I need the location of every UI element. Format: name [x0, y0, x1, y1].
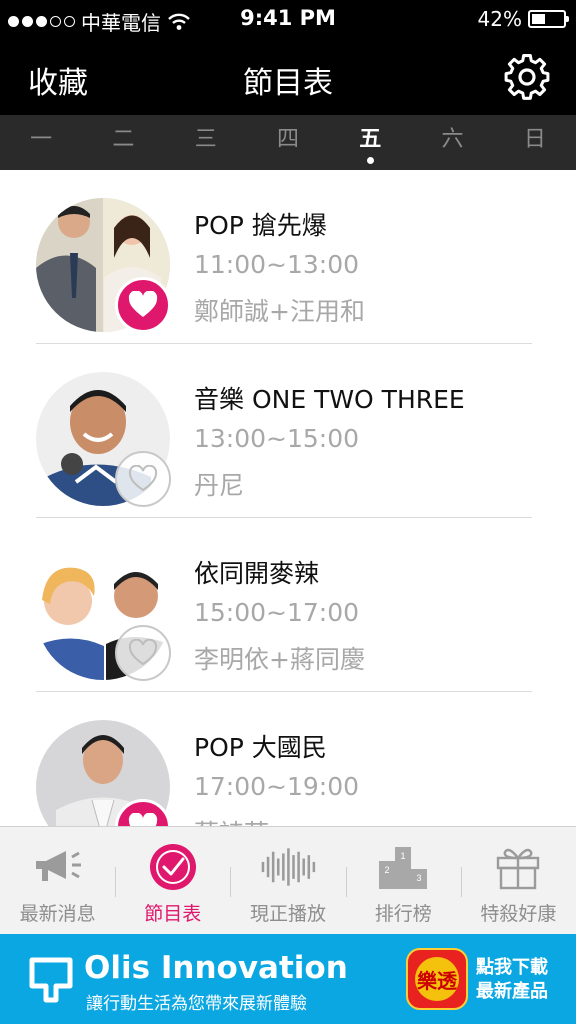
tab-label: 特殺好康 [480, 903, 557, 925]
day-tab-fri[interactable]: 五 [329, 115, 411, 170]
svg-text:2: 2 [385, 865, 390, 875]
battery-percent: 42% [477, 7, 522, 31]
olis-logo-icon [29, 957, 73, 1003]
tab-now-playing[interactable]: 現正播放 [230, 827, 345, 934]
day-tab-sat[interactable]: 六 [411, 115, 493, 170]
program-row[interactable]: 依同開麥辣 15:00~17:00 李明依+蔣同慶 [0, 518, 576, 692]
day-selector: 一 二 三 四 五 六 日 [0, 115, 576, 170]
gift-icon [490, 839, 546, 895]
program-title: 音樂 ONE TWO THREE [194, 385, 465, 414]
status-bar: 中華電信 9:41 PM 42% [0, 0, 576, 38]
ad-slogan: 讓行動生活為您帶來展新體驗 [86, 994, 307, 1014]
day-tab-thu[interactable]: 四 [247, 115, 329, 170]
tab-deals[interactable]: 特殺好康 [460, 827, 576, 934]
program-hosts: 李明依+蔣同慶 [194, 645, 365, 674]
program-list[interactable]: POP 搶先爆 11:00~13:00 鄭師誠+汪用和 音樂 ONE TWO T… [0, 170, 576, 826]
day-tab-tue[interactable]: 二 [82, 115, 164, 170]
ad-banner[interactable]: Olis Innovation 讓行動生活為您帶來展新體驗 樂透 點我下載 最新… [0, 934, 576, 1024]
day-tab-mon[interactable]: 一 [0, 115, 82, 170]
cta-line-1: 點我下載 [476, 957, 548, 978]
podium-icon: 1 2 3 [375, 839, 431, 895]
battery-icon [528, 10, 569, 28]
ad-brand: Olis Innovation [84, 950, 348, 986]
lottery-app-icon[interactable]: 樂透 [406, 948, 468, 1010]
day-tab-sun[interactable]: 日 [494, 115, 576, 170]
download-cta[interactable]: 點我下載 最新產品 [476, 956, 548, 1004]
day-tab-wed[interactable]: 三 [165, 115, 247, 170]
megaphone-icon [30, 839, 86, 895]
tab-label: 排行榜 [374, 903, 432, 925]
favorite-button[interactable] [115, 451, 171, 507]
program-row[interactable]: POP 搶先爆 11:00~13:00 鄭師誠+汪用和 [0, 170, 576, 344]
heart-filled-icon [128, 291, 158, 317]
tab-bar: 最新消息 節目表 現正播放 1 2 3 排行榜 特殺好康 [0, 826, 576, 934]
tab-charts[interactable]: 1 2 3 排行榜 [345, 827, 461, 934]
cta-line-2: 最新產品 [476, 981, 548, 1002]
program-row[interactable]: 音樂 ONE TWO THREE 13:00~15:00 丹尼 [0, 344, 576, 518]
waveform-icon [260, 839, 316, 895]
program-hosts: 丹尼 [194, 471, 245, 500]
favorite-button[interactable] [115, 625, 171, 681]
tab-label: 現正播放 [250, 903, 327, 925]
gear-icon[interactable] [502, 52, 552, 102]
clock-icon [145, 839, 201, 895]
page-title: 節目表 [243, 66, 333, 101]
program-time: 13:00~15:00 [194, 424, 360, 453]
program-row[interactable]: POP 大國民 17:00~19:00 蔡詩萍 [0, 692, 576, 826]
program-time: 11:00~13:00 [194, 250, 360, 279]
svg-text:3: 3 [417, 873, 422, 883]
tab-schedule[interactable]: 節目表 [115, 827, 230, 934]
tab-label: 節目表 [144, 903, 202, 925]
heart-outline-icon [128, 639, 158, 666]
favorite-button[interactable] [115, 277, 171, 333]
program-title: 依同開麥辣 [194, 559, 320, 588]
tab-label: 最新消息 [19, 903, 96, 925]
svg-text:1: 1 [401, 851, 406, 861]
program-time: 15:00~17:00 [194, 598, 360, 627]
navigation-bar: 收藏 節目表 [0, 38, 576, 115]
program-title: POP 大國民 [194, 733, 327, 762]
heart-filled-icon [128, 813, 158, 826]
status-right: 42% [477, 7, 569, 31]
app-icon-text: 樂透 [415, 957, 459, 1001]
program-title: POP 搶先爆 [194, 211, 327, 240]
program-hosts: 蔡詩萍 [194, 814, 269, 826]
heart-outline-icon [128, 465, 158, 492]
program-hosts: 鄭師誠+汪用和 [194, 297, 365, 326]
program-time: 17:00~19:00 [194, 772, 360, 801]
tab-news[interactable]: 最新消息 [0, 827, 115, 934]
